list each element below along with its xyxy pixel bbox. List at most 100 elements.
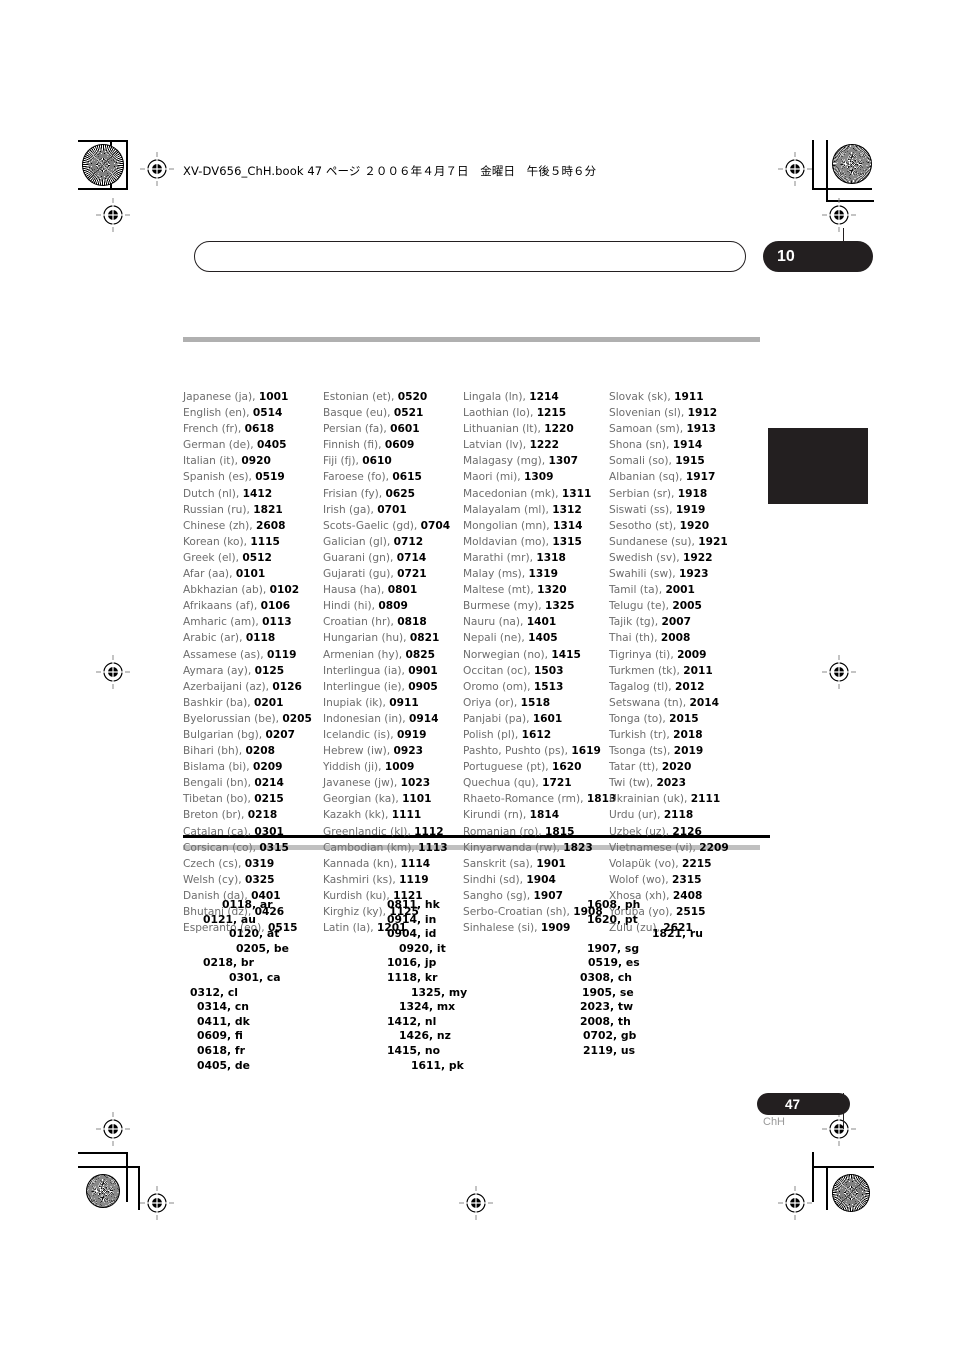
- country-code-row: 0811, hk: [387, 898, 440, 911]
- language-code: 0911: [389, 696, 419, 709]
- language-row: Latvian (lv), 1222: [463, 437, 609, 453]
- language-row: Tibetan (bo), 0215: [183, 791, 323, 807]
- language-row: Galician (gl), 0712: [323, 534, 463, 550]
- language-code: 0714: [396, 551, 427, 564]
- language-row: Sanskrit (sa), 1901: [463, 856, 609, 872]
- language-row: Icelandic (is), 0919: [323, 727, 463, 743]
- language-name: Greenlandic (kl),: [323, 825, 415, 838]
- language-code: 0301: [254, 825, 284, 838]
- language-code: 0610: [362, 455, 392, 468]
- language-name: German (de),: [183, 439, 258, 452]
- language-name: Italian (it),: [183, 455, 242, 468]
- language-name: Nauru (na),: [463, 616, 527, 629]
- language-name: Yiddish (ji),: [323, 761, 385, 774]
- language-code: 0704: [420, 519, 451, 532]
- registration-target-top-left: [140, 152, 174, 186]
- country-code-row: 0914, in: [387, 912, 437, 926]
- language-row: Laothian (lo), 1215: [463, 405, 609, 421]
- language-row: Gujarati (gu), 0721: [323, 566, 463, 582]
- language-name: Albanian (sq),: [609, 471, 686, 484]
- language-code: 1405: [528, 632, 558, 645]
- language-row: Nepali (ne), 1405: [463, 630, 609, 646]
- country-code-row: 1608, ph: [587, 898, 641, 911]
- language-row: Vietnamese (vi), 2209: [609, 840, 759, 856]
- language-code: 1112: [414, 825, 444, 838]
- language-row: Welsh (cy), 0325: [183, 872, 323, 888]
- language-row: Hausa (ha), 0801: [323, 582, 463, 598]
- language-row: Uzbek (uz), 2126: [609, 824, 759, 840]
- language-code: 2118: [663, 809, 694, 822]
- country-code-row: 2008, th: [580, 1014, 631, 1028]
- language-code: 0325: [245, 873, 275, 886]
- section-rule-top: [183, 337, 760, 342]
- crop-mark-top-right-horizontal-2: [826, 140, 828, 202]
- country-column-1: 0118, ar 0121, au 0120, at 0205, be 0218, br…: [183, 898, 333, 1073]
- language-code: 0920: [241, 455, 271, 468]
- language-name: Marathi (mr),: [463, 551, 537, 564]
- language-name: Tatar (tt),: [609, 761, 662, 774]
- language-code: 2215: [682, 857, 712, 870]
- language-name: Estonian (et),: [323, 391, 398, 403]
- language-name: Polish (pl),: [463, 728, 522, 741]
- language-code: 1919: [675, 503, 706, 516]
- language-code: 1917: [685, 471, 716, 484]
- language-code: 2005: [672, 600, 702, 613]
- language-row: Tigrinya (ti), 2009: [609, 647, 759, 663]
- language-code: 0801: [387, 584, 418, 597]
- language-name: Somali (so),: [609, 455, 676, 468]
- country-code-row: 0120, at: [229, 927, 280, 941]
- language-code: 0520: [397, 391, 428, 403]
- language-code: 1914: [672, 439, 703, 452]
- language-name: Breton (br),: [183, 809, 248, 822]
- language-row: Shona (sn), 1914: [609, 437, 759, 453]
- language-name: Bashkir (ba),: [183, 696, 255, 709]
- language-name: Bengali (bn),: [183, 777, 255, 790]
- language-name: Chinese (zh),: [183, 519, 256, 532]
- language-name: Slovak (sk),: [609, 391, 675, 403]
- language-name: Spanish (es),: [183, 471, 256, 484]
- language-code: 0214: [254, 777, 284, 790]
- language-name: Cambodian (km),: [323, 841, 419, 854]
- crop-mark-top-right-vertical-2: [826, 200, 874, 202]
- language-name: Kannada (kn),: [323, 857, 401, 870]
- language-name: Kurdish (ku),: [323, 889, 394, 902]
- country-column-2: 0811, hk 0914, in 0904, id 0920, it 1016, jp…: [387, 898, 537, 1073]
- country-code-row: 0609, fi: [197, 1029, 243, 1043]
- language-code: 2126: [672, 825, 702, 838]
- language-row: Georgian (ka), 1101: [323, 791, 463, 807]
- language-name: Interlingue (ie),: [323, 680, 409, 693]
- country-code-row: 0121, au: [203, 912, 256, 926]
- language-code: 1307: [548, 455, 579, 468]
- side-thumb-index-tab: [768, 428, 868, 504]
- country-code-row: 1324, mx: [399, 1000, 456, 1014]
- language-row: Wolof (wo), 2315: [609, 872, 759, 888]
- language-code: 2014: [689, 696, 720, 709]
- language-row: Bengali (bn), 0214: [183, 775, 323, 791]
- language-name: Kirundi (rn),: [463, 809, 530, 822]
- language-row: Occitan (oc), 1503: [463, 663, 609, 679]
- language-row: Indonesian (in), 0914: [323, 711, 463, 727]
- country-code-row: 1118, kr: [387, 970, 438, 984]
- language-code: 0101: [235, 568, 266, 581]
- country-code-row: 0904, id: [387, 927, 437, 941]
- country-code-row: 1325, my: [411, 985, 468, 999]
- country-code-row: 1620, pt: [587, 912, 638, 926]
- language-code-table: Japanese (ja), 1001 English (en), 0514 Fre…: [183, 389, 783, 936]
- language-code: 1909: [540, 922, 571, 935]
- language-row: Guarani (gn), 0714: [323, 550, 463, 566]
- language-name: Swedish (sv),: [609, 551, 683, 564]
- language-code: 0209: [253, 761, 283, 774]
- language-name: Oriya (or),: [463, 696, 521, 709]
- language-row: Byelorussian (be), 0205: [183, 711, 323, 727]
- language-row: Samoan (sm), 1913: [609, 421, 759, 437]
- country-code-row: 1907, sg: [587, 941, 640, 955]
- crop-mark-bottom-right-vertical-2: [826, 1166, 828, 1210]
- language-name: French (fr),: [183, 423, 245, 436]
- language-name: Russian (ru),: [183, 503, 254, 516]
- language-code: 0923: [393, 745, 424, 758]
- language-row: Tajik (tg), 2007: [609, 614, 759, 630]
- language-column-4: Slovak (sk), 1911 Slovenian (sl), 1912 Sam…: [609, 389, 759, 936]
- language-name: Fiji (fj),: [323, 455, 363, 468]
- language-name: Finnish (fi),: [323, 439, 385, 452]
- language-name: Frisian (fy),: [323, 487, 386, 500]
